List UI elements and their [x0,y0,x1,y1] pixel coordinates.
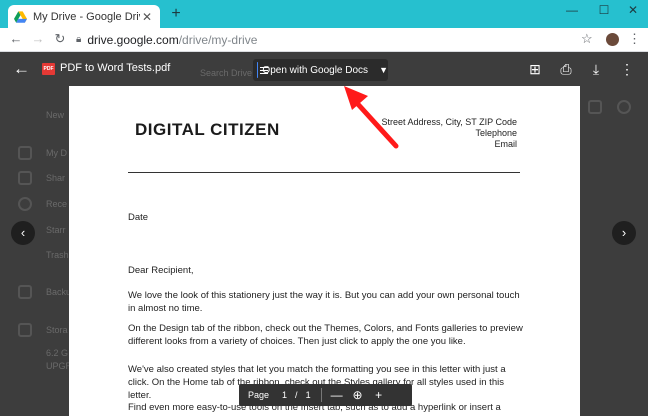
bg-backups: Backu [46,287,72,297]
pdf-page: DIGITAL CITIZEN Street Address, City, ST… [69,86,580,416]
maximize-button[interactable]: ☐ [594,3,614,17]
browser-menu-icon[interactable]: ⋮ [628,31,641,47]
bg-backup-icon [18,285,32,299]
date-line: Date [128,212,149,223]
google-drive-icon [14,10,27,23]
url-path: /drive/my-drive [178,32,258,47]
zoom-out-button[interactable]: — [331,388,343,402]
bg-storage-used: 6.2 G [46,348,69,358]
document-logo: DIGITAL CITIZEN [135,120,280,139]
bg-drive-icon [18,146,32,160]
address-bar[interactable]: 🔒︎ drive.google.com /drive/my-drive [76,30,600,49]
bg-shared: Shar [46,173,66,183]
open-with-dropdown-icon[interactable]: ▼ [379,65,388,75]
bg-my-drive: My D [46,148,67,158]
bg-starred: Starr [46,225,66,235]
bg-shared-icon [18,171,32,185]
url-host: drive.google.com [87,32,179,47]
bg-storage: Stora [46,325,68,335]
pdf-file-icon: PDF [42,63,55,75]
salutation: Dear Recipient, [128,265,194,276]
bg-storage-icon [18,323,32,337]
bookmark-star-icon[interactable]: ☆ [581,31,593,47]
viewer-back-button[interactable]: ← [13,60,30,77]
toolbar-divider [320,388,322,402]
browser-toolbar: ← → ↻ 🔒︎ drive.google.com /drive/my-driv… [0,28,648,52]
viewer-header: ← PDF PDF to Word Tests.pdf Open with Go… [0,52,648,86]
bg-info-icon [617,100,631,114]
open-with-google-docs-button[interactable]: Open with Google Docs ▼ [253,59,388,81]
bg-recent: Rece [46,199,68,209]
forward-button[interactable]: → [30,31,46,47]
back-button[interactable]: ← [8,31,24,47]
browser-titlebar: My Drive - Google Drive ✕ + — ☐ ✕ [0,0,648,28]
paragraph-1: We love the look of this stationery just… [128,290,520,314]
page-toolbar: Page 1 / 1 — ⊕ + [239,384,412,406]
bg-trash: Trash [46,250,69,260]
annotation-arrow [344,86,399,149]
page-total: 1 [305,390,311,400]
browser-tab[interactable]: My Drive - Google Drive ✕ [8,5,160,28]
print-icon[interactable]: ⎙ [557,61,575,77]
next-file-button[interactable]: › [612,221,636,245]
new-tab-button[interactable]: + [168,6,184,22]
tab-title: My Drive - Google Drive [33,10,140,23]
page-separator: / [295,390,298,400]
minimize-button[interactable]: — [562,3,582,17]
bg-recent-icon [18,197,32,211]
file-name: PDF to Word Tests.pdf [60,62,171,74]
bg-new-label: New [46,110,65,120]
open-with-label: Open with Google Docs [262,64,369,76]
paragraph-2: On the Design tab of the ribbon, check o… [128,323,523,347]
more-actions-icon[interactable]: ⋮ [618,61,636,77]
download-icon[interactable]: ⤓ [587,61,605,77]
zoom-in-button[interactable]: + [373,388,385,402]
close-window-button[interactable]: ✕ [623,3,643,17]
header-rule [128,172,520,173]
zoom-icon[interactable]: ⊕ [352,388,364,402]
page-label: Page [248,390,270,400]
tab-close-icon[interactable]: ✕ [140,10,154,24]
previous-file-button[interactable]: ‹ [11,221,35,245]
bg-grid-icon [588,100,602,114]
reload-button[interactable]: ↻ [52,31,68,47]
page-number-input[interactable]: 1 [282,390,287,400]
profile-avatar[interactable] [606,33,619,46]
add-comment-icon[interactable]: ⊞ [526,61,544,77]
lock-icon: 🔒︎ [76,34,82,45]
